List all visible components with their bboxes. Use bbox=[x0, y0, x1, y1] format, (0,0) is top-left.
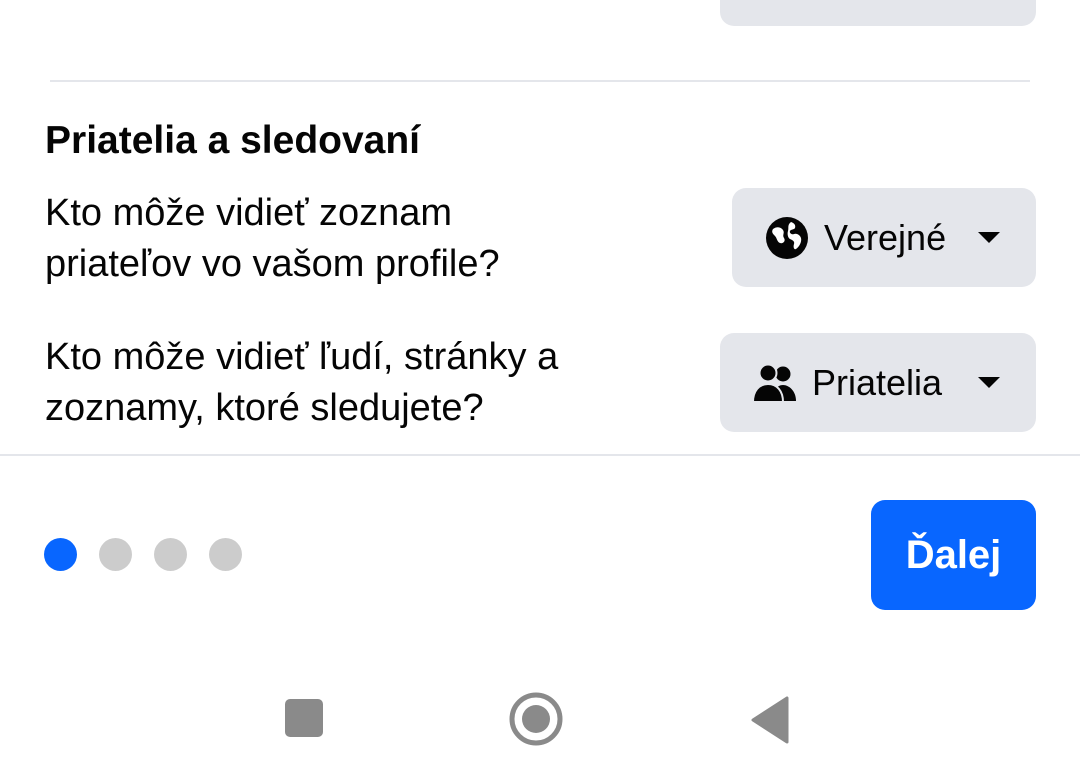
page-dot bbox=[209, 538, 242, 571]
setting-question-friends-list: Kto môže vidieť zoznam priateľov vo vašo… bbox=[45, 188, 685, 290]
chevron-down-icon bbox=[978, 377, 1000, 388]
home-icon[interactable] bbox=[505, 688, 567, 750]
globe-icon bbox=[764, 215, 810, 261]
section-title: Priatelia a sledovaní bbox=[45, 119, 421, 162]
setting-question-following: Kto môže vidieť ľudí, stránky a zoznamy,… bbox=[45, 332, 685, 434]
recent-apps-icon[interactable] bbox=[278, 692, 330, 744]
privacy-checkup-screen: Priatelia a sledovaní Kto môže vidieť zo… bbox=[0, 0, 1080, 784]
page-dot bbox=[154, 538, 187, 571]
chevron-down-icon bbox=[978, 232, 1000, 243]
friends-icon bbox=[752, 360, 798, 406]
audience-dropdown-friends-list[interactable]: Verejné bbox=[732, 188, 1036, 287]
android-navigation-bar bbox=[0, 660, 1080, 784]
back-icon[interactable] bbox=[744, 692, 794, 748]
audience-value: Verejné bbox=[824, 216, 947, 258]
next-button[interactable]: Ďalej bbox=[871, 500, 1036, 610]
question-line: Kto môže vidieť ľudí, stránky a bbox=[45, 336, 559, 378]
page-dot-active bbox=[44, 538, 77, 571]
question-line: priateľov vo vašom profile? bbox=[45, 243, 500, 285]
footer-divider bbox=[0, 454, 1080, 456]
page-dot bbox=[99, 538, 132, 571]
audience-dropdown-following[interactable]: Priatelia bbox=[720, 333, 1036, 432]
pagination-dots bbox=[44, 538, 264, 571]
divider bbox=[50, 80, 1030, 82]
question-line: Kto môže vidieť zoznam bbox=[45, 192, 453, 234]
previous-dropdown-button[interactable] bbox=[720, 0, 1036, 26]
audience-value: Priatelia bbox=[812, 361, 943, 403]
question-line: zoznamy, ktoré sledujete? bbox=[45, 387, 484, 429]
